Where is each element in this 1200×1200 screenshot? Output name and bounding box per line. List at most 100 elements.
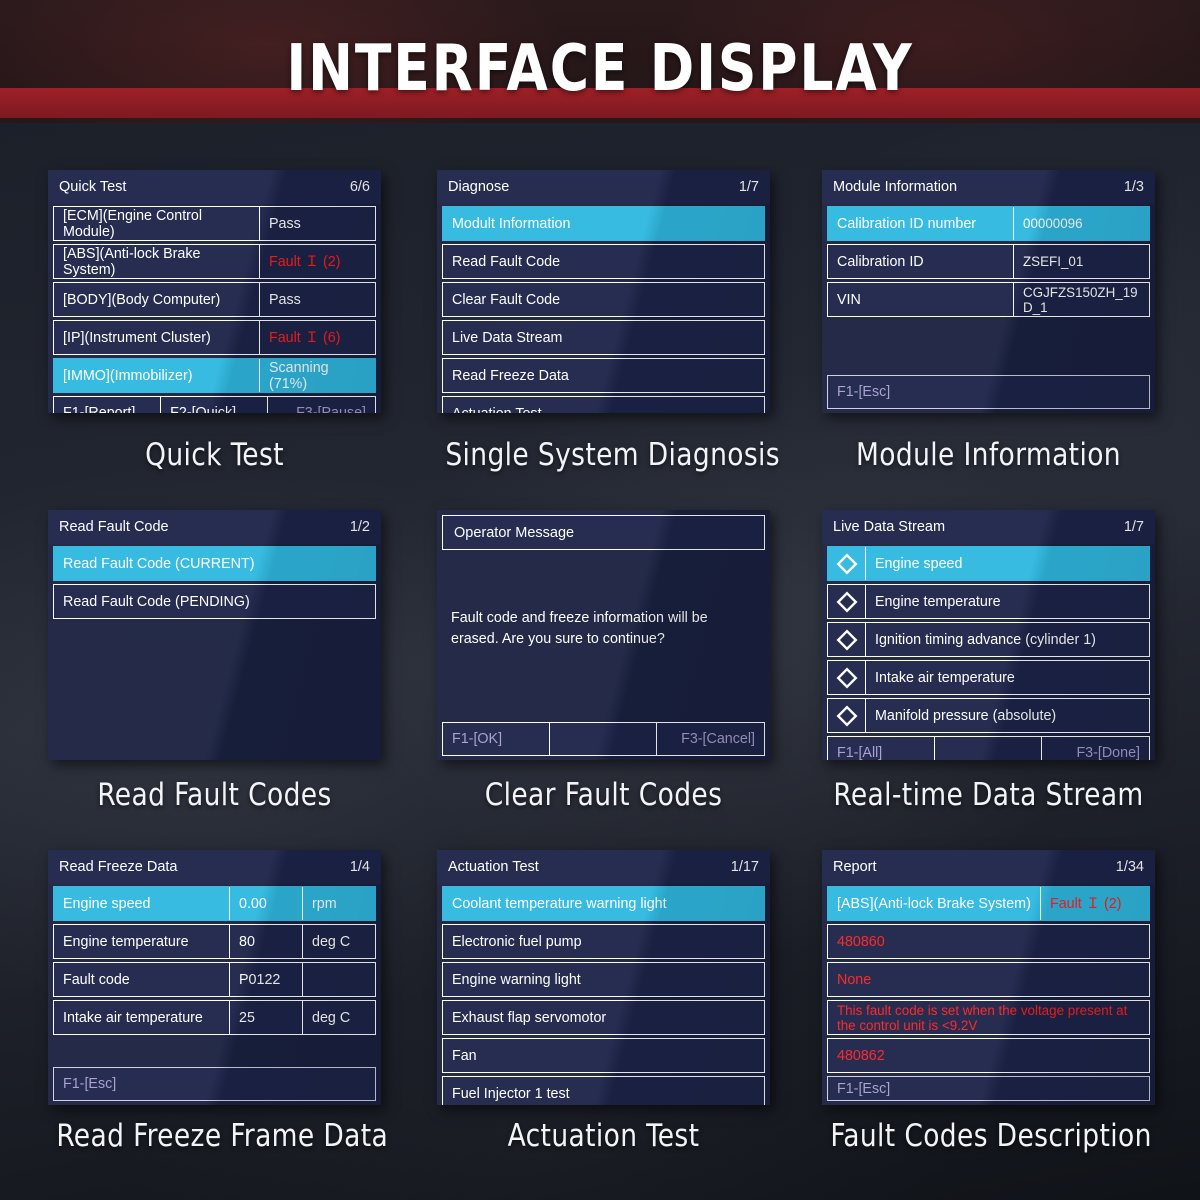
fkey-button[interactable]: [549, 722, 658, 756]
table-row[interactable]: VIN CGJFZS150ZH_19D_1: [827, 282, 1150, 317]
fkey-button[interactable]: [934, 736, 1043, 760]
panel-header-fault-codes-description: Report 1/34: [822, 850, 1155, 884]
table-row[interactable]: Engine speed: [827, 546, 1150, 581]
table-row[interactable]: Read Freeze Data: [442, 358, 765, 393]
row-value: 25: [229, 1001, 302, 1034]
table-row[interactable]: [IMMO](Immobilizer) Scanning (71%): [53, 358, 376, 393]
row-label: Engine warning light: [452, 971, 581, 988]
table-row[interactable]: Actuation Test: [442, 396, 765, 413]
table-row[interactable]: Engine warning light: [442, 962, 765, 997]
table-row[interactable]: Read Fault Code (CURRENT): [53, 546, 376, 581]
panel-counter: 1/3: [1123, 179, 1144, 195]
table-row[interactable]: Engine temperature 80 deg C: [53, 924, 376, 959]
row-label: Fan: [452, 1047, 477, 1064]
panel-body-quick-test: [ECM](Engine Control Module) Pass [ABS](An…: [48, 204, 381, 396]
table-row[interactable]: Engine speed 0.00 rpm: [53, 886, 376, 921]
fkey-button[interactable]: F3-[Cancel]: [656, 722, 766, 756]
row-value: ZSEFI_01: [1013, 245, 1149, 278]
row-label: [BODY](Body Computer): [63, 291, 221, 308]
panel-counter: 1/2: [349, 519, 370, 535]
row-value: 80: [229, 925, 302, 958]
table-row[interactable]: Fault code P0122: [53, 962, 376, 997]
table-row[interactable]: Modult Information: [442, 206, 765, 241]
panel-counter: 1/34: [1115, 859, 1144, 875]
diamond-icon[interactable]: [828, 661, 866, 694]
row-label: Engine speed: [63, 895, 151, 912]
row-label: Intake air temperature: [875, 669, 1015, 686]
table-row[interactable]: Coolant temperature warning light: [442, 886, 765, 921]
row-label: Electronic fuel pump: [452, 933, 582, 950]
fkey-button[interactable]: F3-[Pause]: [267, 396, 377, 413]
table-row[interactable]: Calibration ID number 00000096: [827, 206, 1150, 241]
panel-body-single-system-diagnosis: Modult Information Read Fault Code Clear F…: [437, 204, 770, 413]
row-label: Read Fault Code (CURRENT): [63, 555, 255, 572]
row-label: Coolant temperature warning light: [452, 895, 667, 912]
table-row[interactable]: This fault code is set when the voltage …: [827, 1000, 1150, 1035]
fkey-button[interactable]: F1-[OK]: [442, 722, 551, 756]
row-label: Clear Fault Code: [452, 291, 561, 308]
function-key-bar: F1-[All] F3-[Done]: [827, 736, 1151, 760]
table-row[interactable]: Ignition timing advance (cylinder 1): [827, 622, 1150, 657]
panel-header-module-information: Module Information 1/3: [822, 170, 1155, 204]
row-label: Read Freeze Data: [452, 367, 569, 384]
panel-body-read-freeze-frame-data: Engine speed 0.00 rpm Engine temperature 80 d…: [48, 884, 381, 1067]
diamond-icon[interactable]: [828, 623, 866, 656]
row-label: Live Data Stream: [452, 329, 563, 346]
row-label: Engine speed: [875, 555, 963, 572]
row-unit: rpm: [302, 887, 375, 920]
table-row[interactable]: Read Fault Code: [442, 244, 765, 279]
table-row[interactable]: [ABS](Anti-lock Brake System) Fault Ｉ (2): [53, 244, 376, 279]
panel-filler: [48, 653, 381, 760]
table-row[interactable]: 480860: [827, 924, 1150, 959]
panel-caption-actuation-test: Actuation Test: [507, 1118, 700, 1154]
table-row[interactable]: Fan: [442, 1038, 765, 1073]
row-label: [ECM](Engine Control Module): [63, 207, 203, 240]
table-row[interactable]: None: [827, 962, 1150, 997]
panel-title: Read Freeze Data: [59, 859, 178, 875]
footer-bar[interactable]: F1-[Esc]: [53, 1067, 376, 1101]
row-label: [IP](Instrument Cluster): [63, 329, 211, 346]
panel-caption-single-system-diagnosis: Single System Diagnosis: [445, 437, 780, 473]
row-label: Read Fault Code: [452, 253, 561, 270]
row-value: Pass: [259, 283, 375, 316]
table-row[interactable]: Read Fault Code (PENDING): [53, 584, 376, 619]
row-label: Fuel Injector 1 test: [452, 1085, 570, 1102]
table-row[interactable]: [IP](Instrument Cluster) Fault Ｉ (6): [53, 320, 376, 355]
table-row[interactable]: Live Data Stream: [442, 320, 765, 355]
row-value: Scanning (71%): [259, 359, 375, 392]
panel-title: Quick Test: [59, 179, 127, 195]
panel-real-time-data-stream: Live Data Stream 1/7 Engine speed Engine te…: [822, 510, 1155, 760]
row-label: VIN: [837, 291, 861, 308]
table-row[interactable]: Calibration ID ZSEFI_01: [827, 244, 1150, 279]
table-row[interactable]: Intake air temperature: [827, 660, 1150, 695]
panel-counter: 6/6: [349, 179, 370, 195]
panel-quick-test: Quick Test 6/6 [ECM](Engine Control Module…: [48, 170, 381, 413]
table-row[interactable]: [BODY](Body Computer) Pass: [53, 282, 376, 317]
row-label: This fault code is set when the voltage …: [837, 1002, 1128, 1033]
row-unit: deg C: [302, 925, 375, 958]
row-label: 480860: [837, 933, 885, 950]
fkey-button[interactable]: F1-[All]: [827, 736, 936, 760]
table-row[interactable]: Intake air temperature 25 deg C: [53, 1000, 376, 1035]
dialog-title-bar: Operator Message: [442, 515, 765, 550]
fkey-button[interactable]: F2-[Quick]: [160, 396, 269, 413]
table-row[interactable]: [ABS](Anti-lock Brake System) Fault Ｉ (2): [827, 886, 1150, 921]
panel-body-fault-codes-description: [ABS](Anti-lock Brake System) Fault Ｉ (2)…: [822, 884, 1155, 1076]
table-row[interactable]: Manifold pressure (absolute): [827, 698, 1150, 733]
table-row[interactable]: Fuel Injector 1 test: [442, 1076, 765, 1105]
footer-bar[interactable]: F1-[Esc]: [827, 375, 1150, 409]
row-label: Actuation Test: [443, 397, 764, 414]
fkey-button[interactable]: F1-[Report]: [53, 396, 162, 413]
table-row[interactable]: 480862: [827, 1038, 1150, 1073]
diamond-icon[interactable]: [828, 547, 866, 580]
panel-caption-read-fault-codes: Read Fault Codes: [97, 777, 332, 813]
table-row[interactable]: Engine temperature: [827, 584, 1150, 619]
fkey-button[interactable]: F3-[Done]: [1041, 736, 1151, 760]
diamond-icon[interactable]: [828, 699, 866, 732]
diamond-icon[interactable]: [828, 585, 866, 618]
table-row[interactable]: [ECM](Engine Control Module) Pass: [53, 206, 376, 241]
table-row[interactable]: Electronic fuel pump: [442, 924, 765, 959]
table-row[interactable]: Clear Fault Code: [442, 282, 765, 317]
table-row[interactable]: Exhaust flap servomotor: [442, 1000, 765, 1035]
footer-bar[interactable]: F1-[Esc]: [827, 1076, 1150, 1101]
